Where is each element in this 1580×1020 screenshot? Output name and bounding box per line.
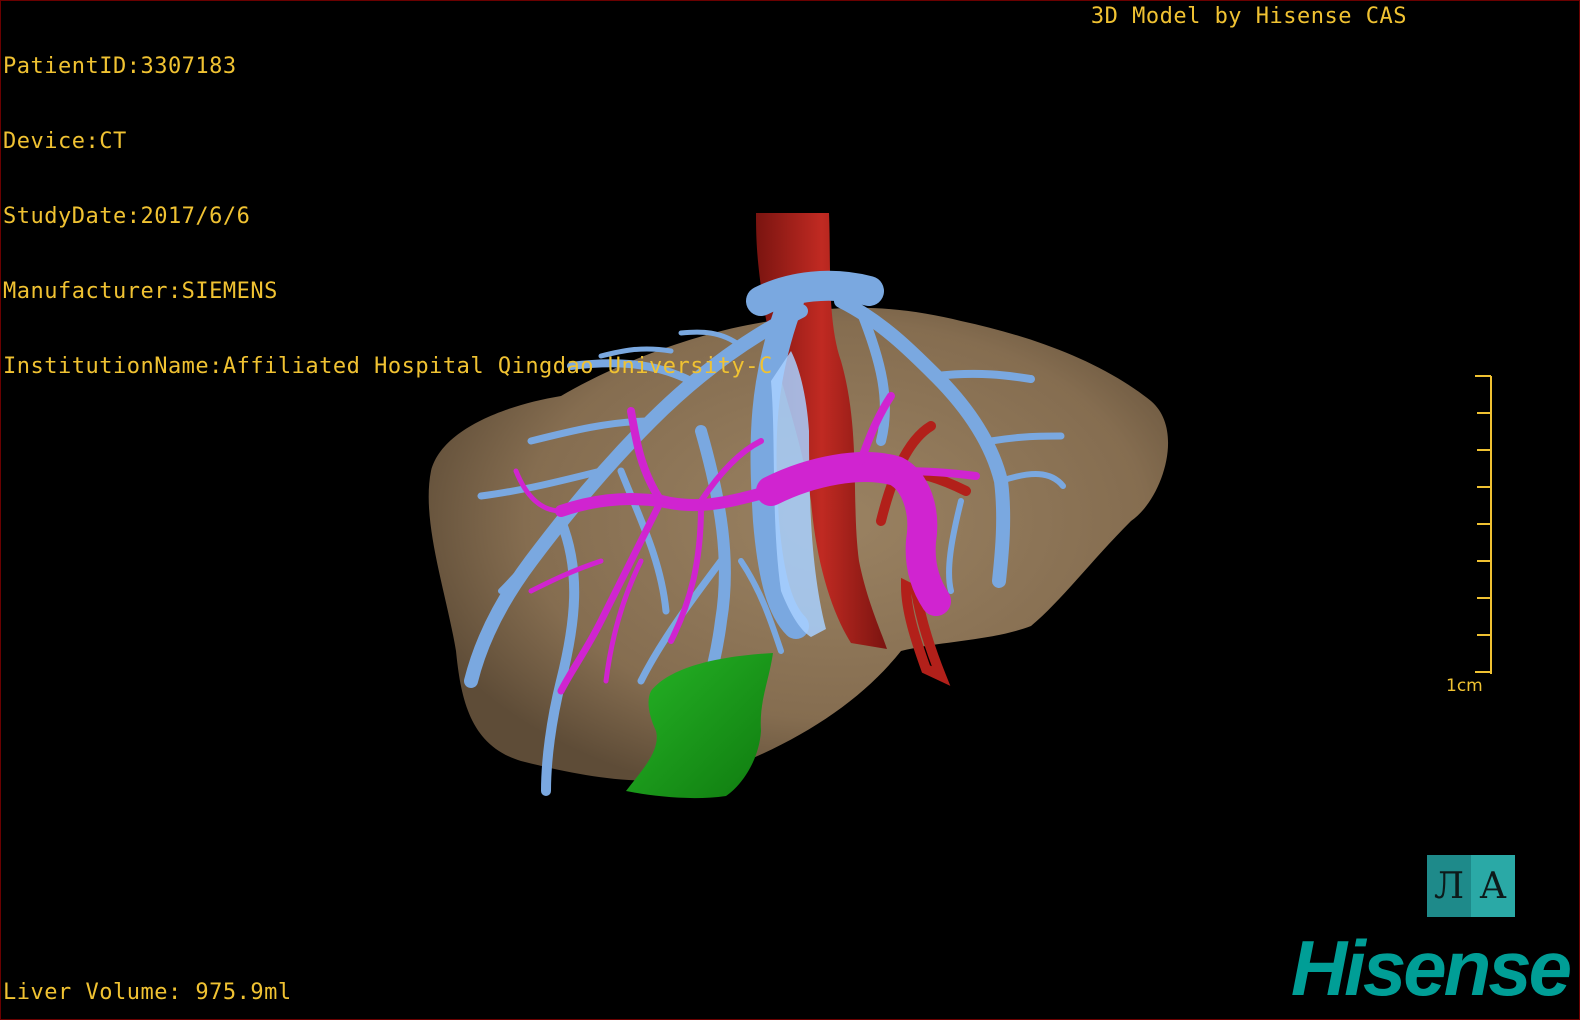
orientation-face-right: A: [1471, 855, 1515, 917]
scale-bar: [1475, 375, 1492, 674]
device: Device:CT: [3, 129, 127, 154]
dicom-metadata: PatientID:3307183 Device:CT StudyDate:20…: [3, 4, 773, 429]
institution-name: InstitutionName:Affiliated Hospital Qing…: [3, 354, 773, 379]
hisense-logo: Hisense: [1290, 924, 1572, 1012]
orientation-face-left: Л: [1427, 855, 1471, 917]
scale-label: 1cm: [1446, 676, 1483, 696]
model-credit: 3D Model by Hisense CAS: [1090, 4, 1407, 29]
3d-viewport[interactable]: PatientID:3307183 Device:CT StudyDate:20…: [0, 0, 1580, 1020]
patient-id: PatientID:3307183: [3, 54, 237, 79]
study-date: StudyDate:2017/6/6: [3, 204, 251, 229]
manufacturer: Manufacturer:SIEMENS: [3, 279, 278, 304]
orientation-cube[interactable]: Л A: [1427, 855, 1515, 917]
liver-volume: Liver Volume: 975.9ml: [3, 980, 292, 1005]
